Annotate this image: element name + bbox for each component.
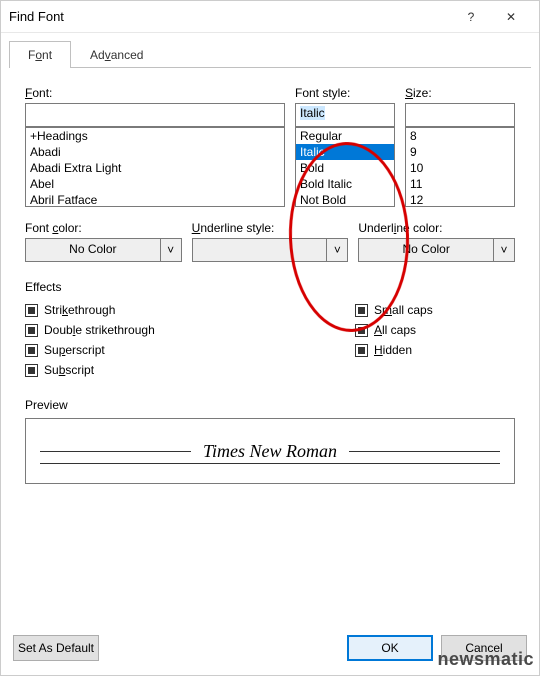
list-item[interactable]: Abril Fatface xyxy=(26,192,284,207)
list-item[interactable]: 10 xyxy=(406,160,514,176)
chevron-down-icon: ˅ xyxy=(493,238,515,262)
list-item[interactable]: 8 xyxy=(406,128,514,144)
font-color-label: Font color: xyxy=(25,221,182,235)
checkbox-icon xyxy=(25,304,38,317)
subscript-checkbox[interactable]: Subscript xyxy=(25,360,355,380)
size-listbox[interactable]: 8 9 10 11 12 xyxy=(405,127,515,207)
font-color-dropdown[interactable]: No Color ˅ xyxy=(25,238,182,262)
set-as-default-button[interactable]: Set As Default xyxy=(13,635,99,661)
superscript-checkbox[interactable]: Superscript xyxy=(25,340,355,360)
preview-text: Times New Roman xyxy=(203,441,337,461)
font-panel: Font: +Headings Abadi Abadi Extra Light … xyxy=(9,67,531,624)
tabbar: Font Advanced xyxy=(1,33,539,68)
size-label: Size: xyxy=(405,86,515,100)
preview-heading: Preview xyxy=(25,398,515,412)
font-label: Font: xyxy=(25,86,285,100)
list-item[interactable]: Regular xyxy=(296,128,394,144)
list-item[interactable]: Not Bold xyxy=(296,192,394,207)
help-button[interactable]: ? xyxy=(451,3,491,31)
checkbox-icon xyxy=(355,304,368,317)
dialog-title: Find Font xyxy=(9,9,451,24)
font-style-input[interactable]: Italic xyxy=(295,103,395,127)
titlebar: Find Font ? ✕ xyxy=(1,1,539,33)
chevron-down-icon: ˅ xyxy=(160,238,182,262)
preview-box: Times New Roman xyxy=(25,418,515,484)
effects-heading: Effects xyxy=(25,280,515,294)
watermark: newsmatic xyxy=(437,649,534,670)
list-item[interactable]: 11 xyxy=(406,176,514,192)
list-item[interactable]: Abadi xyxy=(26,144,284,160)
close-button[interactable]: ✕ xyxy=(491,3,531,31)
list-item[interactable]: 12 xyxy=(406,192,514,207)
strikethrough-checkbox[interactable]: Strikethrough xyxy=(25,300,355,320)
checkbox-icon xyxy=(25,344,38,357)
font-style-label: Font style: xyxy=(295,86,395,100)
list-item[interactable]: Bold Italic xyxy=(296,176,394,192)
underline-color-label: Underline color: xyxy=(358,221,515,235)
tab-font[interactable]: Font xyxy=(9,41,71,68)
ok-button[interactable]: OK xyxy=(347,635,433,661)
checkbox-icon xyxy=(25,324,38,337)
underline-color-dropdown[interactable]: No Color ˅ xyxy=(358,238,515,262)
checkbox-icon xyxy=(25,364,38,377)
list-item[interactable]: Abel xyxy=(26,176,284,192)
all-caps-checkbox[interactable]: All caps xyxy=(355,320,515,340)
checkbox-icon xyxy=(355,344,368,357)
tab-advanced[interactable]: Advanced xyxy=(71,41,162,68)
font-style-listbox[interactable]: Regular Italic Bold Bold Italic Not Bold xyxy=(295,127,395,207)
list-item[interactable]: Italic xyxy=(296,144,394,160)
find-font-dialog: Find Font ? ✕ Font Advanced Font: +Headi… xyxy=(0,0,540,676)
size-input[interactable] xyxy=(405,103,515,127)
underline-style-dropdown[interactable]: ˅ xyxy=(192,238,349,262)
small-caps-checkbox[interactable]: Small caps xyxy=(355,300,515,320)
checkbox-icon xyxy=(355,324,368,337)
list-item[interactable]: Bold xyxy=(296,160,394,176)
underline-style-label: Underline style: xyxy=(192,221,349,235)
font-listbox[interactable]: +Headings Abadi Abadi Extra Light Abel A… xyxy=(25,127,285,207)
list-item[interactable]: Abadi Extra Light xyxy=(26,160,284,176)
chevron-down-icon: ˅ xyxy=(326,238,348,262)
list-item[interactable]: 9 xyxy=(406,144,514,160)
list-item[interactable]: +Headings xyxy=(26,128,284,144)
double-strikethrough-checkbox[interactable]: Double strikethrough xyxy=(25,320,355,340)
font-input[interactable] xyxy=(25,103,285,127)
hidden-checkbox[interactable]: Hidden xyxy=(355,340,515,360)
